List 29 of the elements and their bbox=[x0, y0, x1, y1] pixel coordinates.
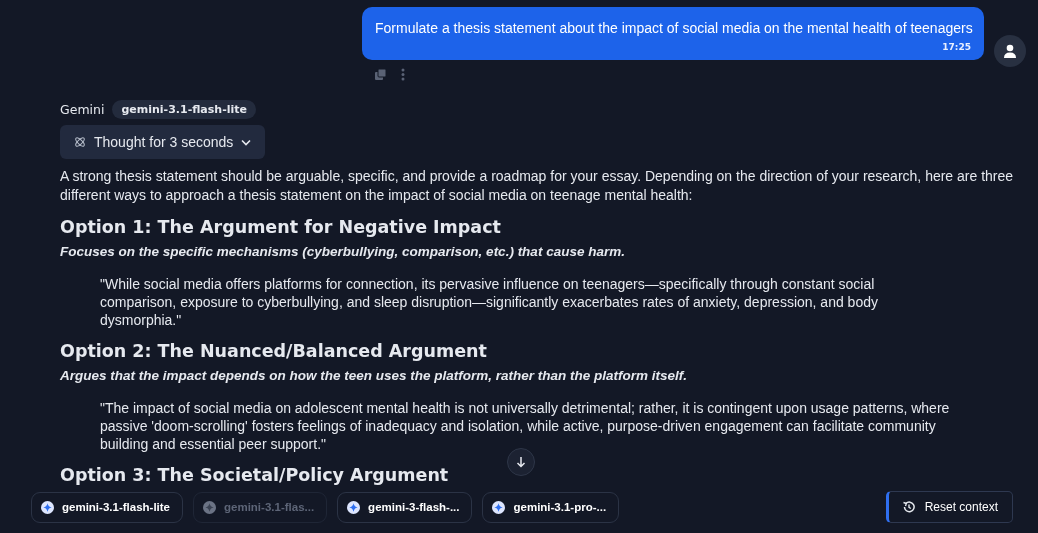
user-icon bbox=[1003, 44, 1017, 58]
thought-toggle[interactable]: Thought for 3 seconds bbox=[60, 125, 266, 159]
sparkle-icon bbox=[41, 500, 54, 514]
history-icon bbox=[901, 500, 916, 514]
assistant-name: Gemini bbox=[60, 102, 105, 117]
section-summary: Focuses on the specific mechanisms (cyberbullying, comparison, etc.) that cause harm. bbox=[60, 243, 626, 261]
section-heading: Option 1: The Argument for Negative Impact bbox=[60, 216, 502, 239]
sparkle-icon bbox=[203, 500, 216, 514]
thesis-quote: "While social media offers platforms for connection, its pervasive influence on teenagers—specifically through constant social comparison, exposure to cyberbullying, and sleep disruption—significantly exacerbates rates of anxiety, depression, and body dysmorphia." bbox=[100, 275, 879, 329]
model-chip[interactable]: gemini-3-flash-... bbox=[337, 491, 473, 523]
atom-icon bbox=[74, 136, 86, 148]
model-badge: gemini-3.1-flash-lite bbox=[112, 100, 256, 119]
arrow-down-icon bbox=[516, 456, 526, 468]
message-time: 17:25 bbox=[942, 42, 971, 52]
thesis-quote: "The impact of social media on adolescent mental health is not universally detrimental; rather, it is contingent upon usage patterns, where passive 'doom-scrolling' fosters feelings of inadequacy and isolation, while active, purpose-driven engagement can facilitate community building and essential peer support." bbox=[100, 399, 950, 453]
scroll-down-button[interactable] bbox=[507, 448, 535, 476]
model-chip[interactable]: gemini-3.1-pro-... bbox=[482, 491, 620, 523]
section-heading: Option 3: The Societal/Policy Argument bbox=[60, 464, 450, 487]
chevron-icon bbox=[241, 138, 252, 146]
paragraph: A strong thesis statement should be arguable, specific, and provide a roadmap for your essay. Depending on the direction of your research, here are three different ways to approach a thesis statement on the impact of social media on teenage mental health: bbox=[60, 167, 1015, 205]
sparkle-icon bbox=[347, 500, 361, 514]
reset-context-button[interactable]: Reset context bbox=[885, 491, 1013, 523]
sparkle-icon bbox=[492, 500, 506, 514]
section-summary: Argues that the impact depends on how the teen uses the platform, rather than the platform itself. bbox=[60, 367, 689, 385]
more-icon[interactable] bbox=[401, 68, 405, 81]
message-text: Formulate a thesis statement about the impact of social media on the mental health of teenagers bbox=[375, 20, 971, 36]
copy-icon[interactable] bbox=[375, 68, 387, 81]
section-heading: Option 2: The Nuanced/Balanced Argument bbox=[60, 340, 488, 363]
model-chip[interactable]: gemini-3.1-flash-lite bbox=[31, 491, 183, 523]
